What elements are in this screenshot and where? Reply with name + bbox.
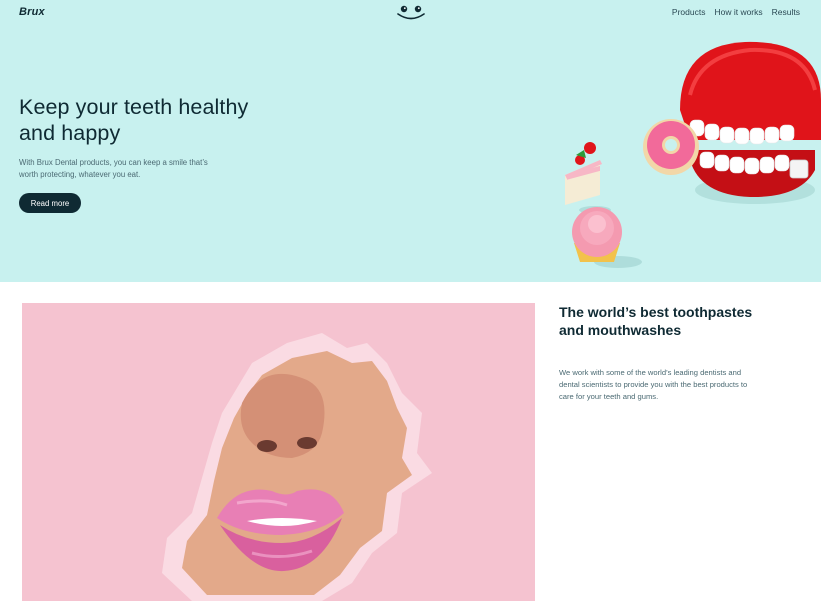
- feature-description: We work with some of the world’s leading…: [559, 368, 748, 401]
- read-more-button[interactable]: Read more: [19, 193, 81, 213]
- hero-description: With Brux Dental products, you can keep …: [19, 158, 208, 179]
- chattering-teeth-image: [565, 41, 821, 268]
- hero-title: Keep your teeth healthy and happy: [19, 95, 249, 145]
- feature-title: The world’s best toothpastes and mouthwa…: [559, 304, 753, 338]
- brand-logo[interactable]: Brux: [19, 6, 45, 18]
- lips-torn-paper-image: [22, 303, 535, 601]
- hero-section: Brux Products How it works Results Keep …: [0, 0, 821, 282]
- smiley-face-icon: [397, 5, 425, 20]
